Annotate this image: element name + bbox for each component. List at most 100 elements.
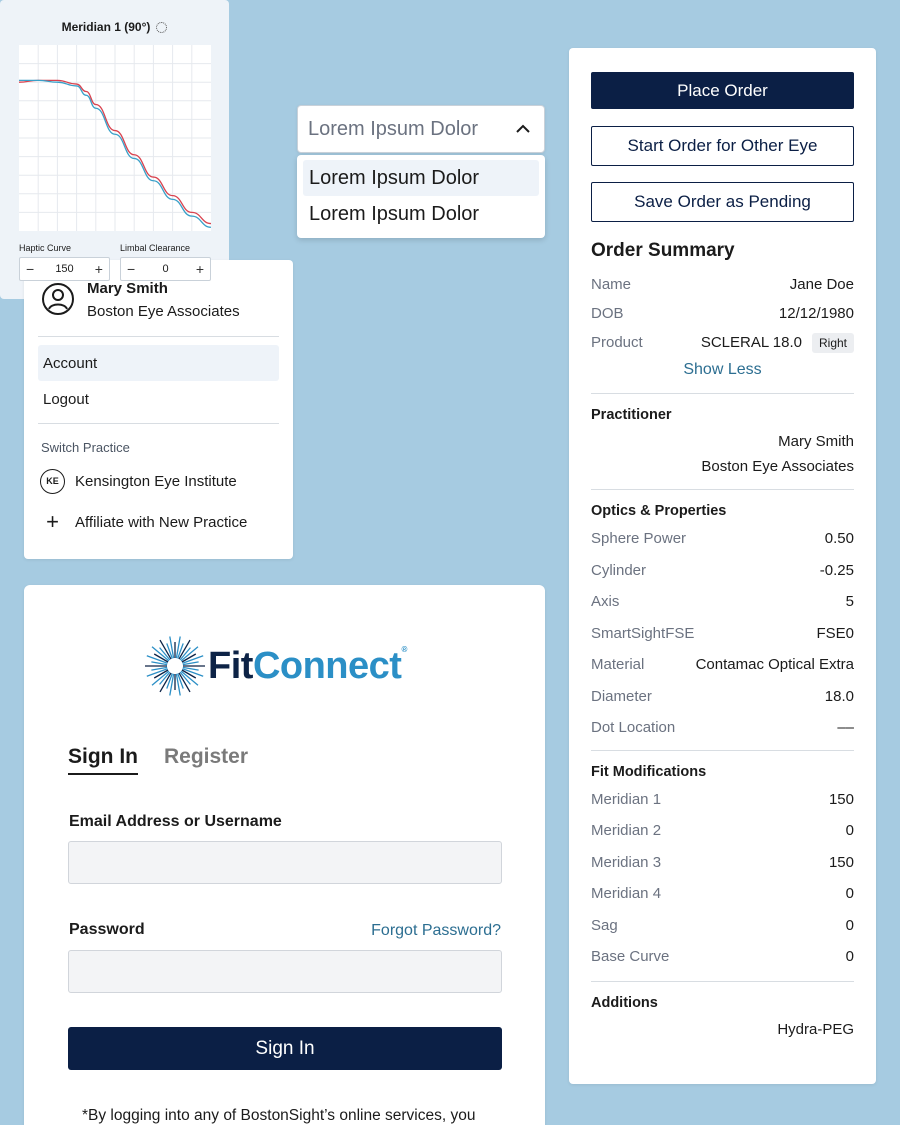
summary-label: DOB <box>591 305 624 322</box>
summary-row: Name Jane Doe <box>591 270 854 299</box>
fit-value: 150 <box>828 853 854 871</box>
divider <box>591 749 854 751</box>
dropdown-selected-value: Lorem Ipsum Dolor <box>308 117 479 140</box>
optics-row: Cylinder -0.25 <box>591 555 854 587</box>
divider <box>591 393 854 394</box>
optics-label: Sphere Power <box>591 530 687 548</box>
dropdown-select[interactable]: Lorem Ipsum Dolor <box>297 105 545 153</box>
limbal-clearance-control: Limbal Clearance − 0 + <box>120 243 211 281</box>
practice-initials-badge: KE <box>40 468 65 494</box>
fit-value: 0 <box>845 948 854 966</box>
divider <box>38 336 279 337</box>
order-summary-panel: Place Order Start Order for Other Eye Sa… <box>569 48 876 1084</box>
save-pending-button[interactable]: Save Order as Pending <box>591 182 854 222</box>
optics-value-wrap: -0.25 <box>820 562 854 579</box>
increment-button[interactable]: + <box>196 261 204 277</box>
meridian-line-chart <box>19 45 211 231</box>
chart-controls: Haptic Curve − 150 + Limbal Clearance − … <box>19 243 211 281</box>
menu-item-account[interactable]: Account <box>38 345 279 381</box>
account-header: Mary Smith Boston Eye Associates <box>38 278 279 324</box>
optics-value: 18.0 <box>824 687 854 705</box>
optics-row: Sphere Power 0.50 <box>591 523 854 555</box>
logo-wordmark: FitConnect® <box>208 645 407 688</box>
start-other-eye-button[interactable]: Start Order for Other Eye <box>591 126 854 166</box>
fit-value-wrap: 0 <box>846 822 854 839</box>
dropdown-option[interactable]: Lorem Ipsum Dolor <box>303 196 539 232</box>
divider <box>591 980 854 982</box>
affiliate-practice-button[interactable]: + Affiliate with New Practice <box>38 504 279 540</box>
optics-row: Diameter 18.0 <box>591 681 854 713</box>
switch-practice-label: Switch Practice <box>41 440 130 455</box>
fit-row: Meridian 3 150 <box>591 847 854 879</box>
chart-title: Meridian 1 (90°) <box>14 20 215 34</box>
practitioner-heading: Practitioner <box>591 407 672 423</box>
place-order-button[interactable]: Place Order <box>591 72 854 109</box>
fit-value-wrap: 150 <box>829 854 854 871</box>
optics-heading: Optics & Properties <box>591 503 727 519</box>
account-user-name: Mary Smith <box>87 280 168 297</box>
optics-value-wrap: –– <box>837 719 854 736</box>
fitconnect-logo: FitConnect® <box>144 635 407 697</box>
summary-row: Product SCLERAL 18.0 Right <box>591 328 854 357</box>
decrement-button[interactable]: − <box>26 261 34 277</box>
summary-value: 12/12/1980 <box>778 305 854 322</box>
summary-value: Jane Doe <box>789 276 854 293</box>
summary-value-wrap: 12/12/1980 <box>779 305 854 322</box>
fit-value: 150 <box>828 790 854 808</box>
limbal-clearance-value: 0 <box>162 263 169 275</box>
optics-rows: Sphere Power 0.50 Cylinder -0.25 Axis 5 SmartS… <box>591 523 854 744</box>
optics-value-wrap: FSE0 <box>816 625 854 642</box>
haptic-curve-value: 150 <box>55 263 74 275</box>
fit-value: 0 <box>845 916 854 934</box>
fit-value: 0 <box>845 822 854 840</box>
fit-label: Sag <box>591 916 618 934</box>
optics-row: SmartSightFSE FSE0 <box>591 618 854 650</box>
password-field[interactable] <box>68 950 502 993</box>
haptic-curve-stepper[interactable]: − 150 + <box>19 257 110 281</box>
decrement-button[interactable]: − <box>127 261 135 277</box>
fit-value-wrap: 0 <box>846 948 854 965</box>
fit-row: Base Curve 0 <box>591 941 854 973</box>
fit-label: Meridian 4 <box>591 885 662 903</box>
fit-label: Meridian 2 <box>591 822 662 840</box>
fit-rows: Meridian 1 150 Meridian 2 0 Meridian 3 150 Mer… <box>591 784 854 973</box>
dropdown-menu: Lorem Ipsum Dolor Lorem Ipsum Dolor <box>297 155 545 238</box>
optics-label: Material <box>591 656 645 674</box>
divider <box>38 423 279 424</box>
fit-value-wrap: 0 <box>846 885 854 902</box>
practitioner-name: Mary Smith <box>778 433 854 450</box>
increment-button[interactable]: + <box>95 261 103 277</box>
fit-row: Meridian 4 0 <box>591 878 854 910</box>
fit-label: Meridian 1 <box>591 790 662 808</box>
fit-label: Base Curve <box>591 948 670 966</box>
order-summary-title: Order Summary <box>591 240 735 261</box>
tab-register[interactable]: Register <box>164 745 248 775</box>
tab-sign-in[interactable]: Sign In <box>68 745 138 775</box>
dropdown-option[interactable]: Lorem Ipsum Dolor <box>303 160 539 196</box>
optics-value: –– <box>837 719 854 737</box>
show-less-link[interactable]: Show Less <box>591 361 854 379</box>
logo-connect-text: Connect <box>252 644 402 687</box>
email-field[interactable] <box>68 841 502 884</box>
optics-value: 5 <box>845 593 854 611</box>
haptic-curve-control: Haptic Curve − 150 + <box>19 243 110 281</box>
loading-spinner-icon <box>156 21 168 33</box>
registered-mark: ® <box>401 644 407 654</box>
sign-in-button[interactable]: Sign In <box>68 1027 502 1070</box>
fit-label: Meridian 3 <box>591 853 662 871</box>
additions-heading: Additions <box>591 994 658 1011</box>
eye-badge: Right <box>811 333 854 353</box>
logo-fit-text: Fit <box>208 644 253 687</box>
login-disclaimer: *By logging into any of BostonSight’s on… <box>82 1107 476 1124</box>
limbal-clearance-stepper[interactable]: − 0 + <box>120 257 211 281</box>
forgot-password-link[interactable]: Forgot Password? <box>371 922 501 940</box>
menu-item-logout[interactable]: Logout <box>38 381 279 417</box>
optics-value: FSE0 <box>816 624 854 642</box>
practitioner-practice: Boston Eye Associates <box>701 458 854 475</box>
practice-item-kensington[interactable]: KE Kensington Eye Institute <box>38 463 279 499</box>
optics-label: Cylinder <box>591 561 647 579</box>
additions-value: Hydra-PEG <box>777 1020 854 1038</box>
summary-label: Product <box>591 334 643 351</box>
practice-name: Kensington Eye Institute <box>75 472 237 490</box>
fit-row: Sag 0 <box>591 910 854 942</box>
